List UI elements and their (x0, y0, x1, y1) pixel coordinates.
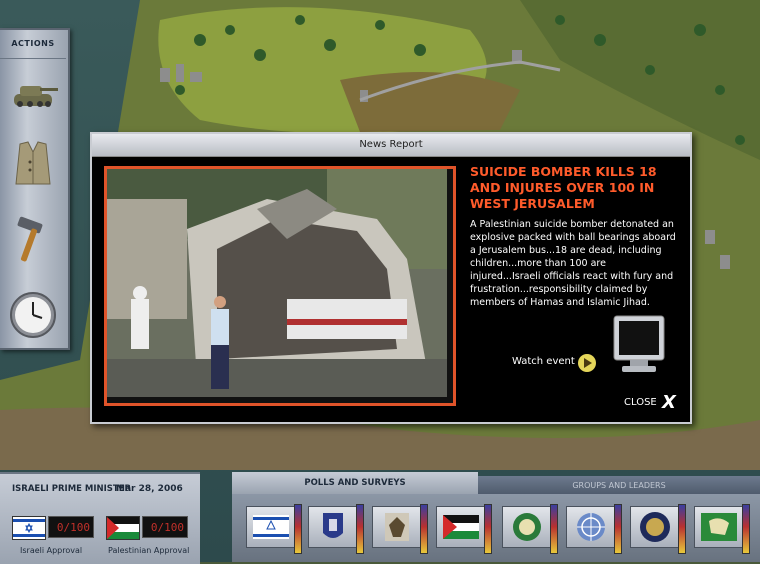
group-palestine-button[interactable] (436, 506, 486, 548)
close-icon[interactable]: X (662, 392, 676, 413)
group-palestinian-authority-meter (420, 504, 428, 554)
watch-event-link[interactable]: Watch event (512, 356, 575, 367)
un-emblem-icon (577, 513, 605, 541)
player-role: ISRAELI PRIME MINISTER (12, 484, 132, 494)
hamas-emblem-icon (513, 513, 541, 541)
group-un-meter (614, 504, 622, 554)
news-report-title: News Report (92, 134, 690, 157)
israeli-approval-label: Israeli Approval (20, 546, 83, 555)
group-emblem-button[interactable] (308, 506, 358, 548)
news-body: A Palestinian suicide bomber detonated a… (470, 219, 676, 308)
group-hamas-meter (550, 504, 558, 554)
group-hamas-button[interactable] (502, 506, 552, 548)
play-icon[interactable] (578, 354, 596, 372)
israel-flag-icon (12, 516, 46, 540)
tank-action-button[interactable] (6, 66, 60, 120)
news-report-dialog: News Report SUICIDE BOMBER KILLS 18 AND … (90, 132, 692, 424)
hammer-action-button[interactable] (6, 214, 60, 268)
news-photo (104, 166, 456, 406)
palestine-flag-icon (443, 515, 479, 539)
group-palestine-meter (484, 504, 492, 554)
clock-icon (10, 292, 56, 338)
group-un-button[interactable] (566, 506, 616, 548)
us-seal-icon (640, 512, 670, 542)
palestinian-approval-counter: 0/100 (142, 516, 188, 538)
news-headline: SUICIDE BOMBER KILLS 18 AND INJURES OVER… (470, 164, 657, 211)
arab-league-icon (701, 513, 737, 541)
group-israel-button[interactable] (246, 506, 296, 548)
israel-flag-icon (253, 515, 289, 539)
emblem-icon (323, 513, 343, 538)
actions-panel: ACTIONS (0, 28, 70, 350)
clock-action-button[interactable] (6, 288, 60, 342)
group-palestinian-authority-button[interactable] (372, 506, 422, 548)
group-united-states-meter (678, 504, 686, 554)
television-icon (612, 314, 666, 376)
palestine-flag-icon (106, 516, 140, 540)
hammer-icon (17, 216, 43, 262)
tab-polls-and-surveys[interactable]: POLLS AND SURVEYS (232, 472, 478, 494)
palestinian-eagle-icon (385, 513, 409, 541)
tab-groups-and-leaders[interactable]: GROUPS AND LEADERS (478, 476, 760, 496)
group-emblem-meter (356, 504, 364, 554)
groups-tray (232, 494, 760, 562)
group-united-states-button[interactable] (630, 506, 680, 548)
vest-action-button[interactable] (6, 136, 60, 190)
tank-icon (14, 86, 58, 107)
prime-minister-panel: ISRAELI PRIME MINISTER Mar 28, 2006 0/10… (0, 472, 200, 564)
group-israel-meter (294, 504, 302, 554)
group-arab-league-meter (742, 504, 750, 554)
group-arab-league-button[interactable] (694, 506, 744, 548)
game-date: Mar 28, 2006 (116, 484, 183, 494)
palestinian-approval-label: Palestinian Approval (108, 546, 190, 555)
israeli-approval-counter: 0/100 (48, 516, 94, 538)
vest-icon (15, 141, 51, 185)
bottom-hud: ISRAELI PRIME MINISTER Mar 28, 2006 0/10… (0, 466, 760, 564)
actions-title: ACTIONS (0, 30, 66, 59)
close-button[interactable]: CLOSE (624, 397, 657, 408)
